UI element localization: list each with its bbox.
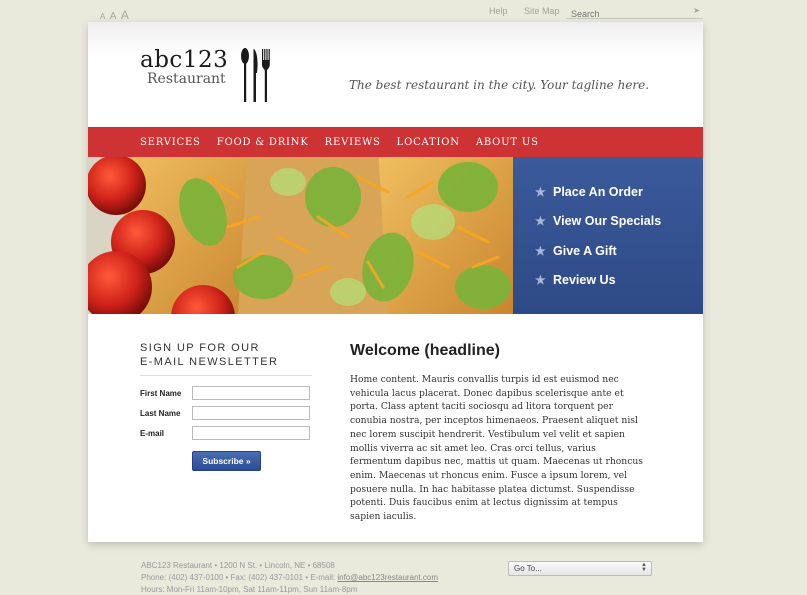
search-input[interactable]	[566, 7, 681, 21]
review-us-link[interactable]: ★ Review Us	[535, 266, 703, 296]
tagline: The best restaurant in the city. Your ta…	[349, 78, 650, 92]
search-box: ➤	[566, 4, 703, 21]
select-arrows-icon: ▲ ▼	[641, 562, 647, 573]
first-name-label: First Name	[140, 388, 182, 398]
home-content: Home content. Mauris convallis turpis id…	[350, 374, 643, 523]
utility-links: Help Site Map	[489, 6, 574, 16]
logo-subtitle: Restaurant	[147, 71, 226, 87]
star-icon: ★	[535, 184, 546, 199]
star-icon: ★	[535, 243, 546, 258]
page-headline: Welcome (headline)	[350, 342, 500, 359]
site-map-link[interactable]: Site Map	[524, 6, 560, 16]
menu-item-label: Give A Gift	[553, 243, 617, 258]
logo-name: abc123	[140, 47, 229, 73]
email-label: E-mail	[140, 428, 165, 438]
help-link[interactable]: Help	[489, 6, 508, 16]
menu-item-label: Place An Order	[553, 184, 643, 199]
email-row: E-mail	[140, 426, 310, 440]
goto-select[interactable]: Go To... ▲ ▼	[508, 561, 652, 576]
newsletter-title-line2: e-mail newsletter	[140, 356, 279, 368]
menu-item-label: View Our Specials	[553, 214, 662, 229]
footer-email-link[interactable]: info@abc123restaurant.com	[337, 573, 438, 582]
star-icon: ★	[535, 273, 546, 288]
place-order-link[interactable]: ★ Place An Order	[535, 177, 703, 207]
header: abc123 Restaurant The best restaurant in…	[88, 22, 703, 127]
footer-contact: Phone: (402) 437-0100 • Fax: (402) 437-0…	[141, 572, 438, 584]
text-size-medium[interactable]: A	[110, 11, 117, 22]
nav-about-us[interactable]: About Us	[476, 137, 539, 148]
hero-food-image	[88, 157, 514, 314]
footer-hours: Hours: Mon-Fri 11am-10pm, Sat 11am-11pm,…	[141, 585, 358, 594]
newsletter-signup: Sign up for our e-mail newsletter First …	[140, 341, 312, 471]
email-field[interactable]	[192, 426, 310, 440]
fork-spoon-knife-icon	[241, 48, 270, 102]
nav-services[interactable]: Services	[140, 137, 201, 148]
goto-select-value: Go To...	[514, 564, 542, 573]
quick-actions-menu: ★ Place An Order ★ View Our Specials ★ G…	[513, 157, 703, 314]
menu-item-label: Review Us	[553, 273, 616, 288]
star-icon: ★	[535, 214, 546, 229]
nav-reviews[interactable]: Reviews	[325, 137, 381, 148]
footer-phone-fax: Phone: (402) 437-0100 • Fax: (402) 437-0…	[141, 573, 338, 582]
newsletter-title-line1: Sign up for our	[140, 342, 260, 354]
last-name-row: Last Name	[140, 406, 310, 420]
first-name-row: First Name	[140, 386, 310, 400]
main-nav: Services Food & Drink Reviews Location A…	[88, 127, 703, 157]
first-name-field[interactable]	[192, 386, 310, 400]
view-specials-link[interactable]: ★ View Our Specials	[535, 207, 703, 237]
newsletter-divider	[140, 375, 312, 376]
give-gift-link[interactable]: ★ Give A Gift	[535, 236, 703, 266]
nav-food-drink[interactable]: Food & Drink	[217, 137, 309, 148]
logo[interactable]: abc123 Restaurant	[140, 48, 228, 86]
text-size-small[interactable]: A	[100, 12, 105, 21]
last-name-field[interactable]	[192, 406, 310, 420]
search-go-icon[interactable]: ➤	[693, 6, 700, 15]
footer-info: ABC123 Restaurant • 1200 N St. • Lincoln…	[141, 560, 438, 595]
text-size-large[interactable]: A	[121, 8, 129, 22]
subscribe-button[interactable]: Subscribe »	[192, 451, 261, 471]
footer-address: ABC123 Restaurant • 1200 N St. • Lincoln…	[141, 561, 335, 570]
nav-location[interactable]: Location	[397, 137, 460, 148]
last-name-label: Last Name	[140, 408, 181, 418]
